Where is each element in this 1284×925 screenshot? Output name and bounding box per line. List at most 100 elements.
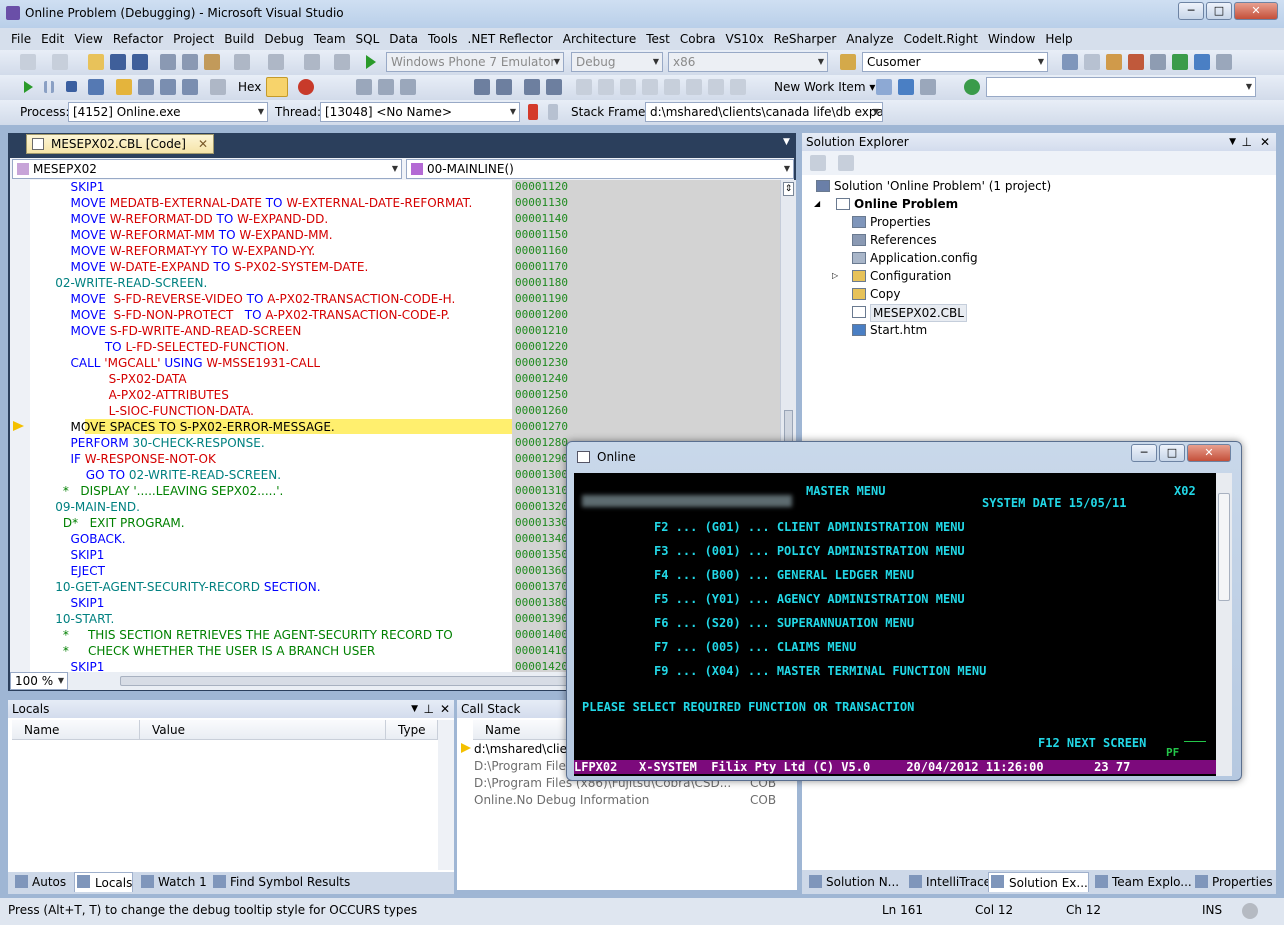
config-select[interactable]: Debug ▼	[571, 52, 663, 72]
thread-select[interactable]: [13048] <No Name> ▼	[320, 102, 520, 122]
command-window-icon[interactable]	[1194, 54, 1210, 70]
pane-close-icon[interactable]: ✕	[1260, 133, 1270, 151]
collapse-icon[interactable]: ◢	[814, 196, 820, 212]
pane-menu-icon[interactable]: ▼	[411, 700, 418, 718]
stop-debugging-icon[interactable]	[66, 81, 77, 92]
menu-architecture[interactable]: Architecture	[558, 28, 641, 50]
tab-close-icon[interactable]: ✕	[198, 135, 208, 153]
menu-vs10x[interactable]: VS10x	[720, 28, 768, 50]
start-debugging-icon[interactable]	[366, 55, 376, 69]
tree-item[interactable]: Online Problem	[854, 196, 958, 212]
bookmark-folder-icon[interactable]	[664, 79, 680, 95]
menu-tools[interactable]: Tools	[423, 28, 463, 50]
tree-item[interactable]: Copy	[870, 286, 900, 302]
toolbox-icon[interactable]	[1128, 54, 1144, 70]
step-into-icon[interactable]	[138, 79, 154, 95]
tab-dropdown-icon[interactable]: ▼	[783, 137, 790, 147]
extension-manager-icon[interactable]	[1150, 54, 1166, 70]
tab-mesepx02[interactable]: MESEPX02.CBL [Code] ✕	[26, 134, 214, 154]
process-select[interactable]: [4152] Online.exe ▼	[68, 102, 268, 122]
step-over-icon[interactable]	[160, 79, 176, 95]
pane-menu-icon[interactable]: ▼	[1229, 133, 1236, 151]
menu-edit[interactable]: Edit	[36, 28, 69, 50]
tree-item[interactable]: Start.htm	[870, 322, 927, 338]
locals-col-name[interactable]: Name	[12, 720, 140, 740]
bookmark-next-icon[interactable]	[620, 79, 636, 95]
threads-icon[interactable]	[356, 79, 372, 95]
bookmark-icon[interactable]	[576, 79, 592, 95]
find-in-files-icon[interactable]	[840, 54, 856, 70]
breakpoints-icon[interactable]	[298, 79, 314, 95]
bookmark-folder-prev-icon[interactable]	[708, 79, 724, 95]
online-minimize-button[interactable]: ─	[1131, 444, 1157, 462]
tree-item[interactable]: MESEPX02.CBL	[870, 304, 967, 322]
add-item-icon[interactable]	[52, 54, 68, 70]
pin-icon[interactable]: ⊥	[424, 700, 434, 718]
bookmark-list-icon[interactable]	[730, 79, 746, 95]
locals-col-type[interactable]: Type	[386, 720, 438, 740]
call-stack-tb-icon[interactable]	[378, 79, 394, 95]
expand-icon[interactable]: ▷	[832, 268, 838, 284]
platform-select[interactable]: x86 ▼	[668, 52, 828, 72]
menu-analyze[interactable]: Analyze	[841, 28, 898, 50]
device-select[interactable]: Windows Phone 7 Emulator ▼	[386, 52, 564, 72]
menu-resharper[interactable]: ReSharper	[769, 28, 842, 50]
solution-explorer-icon[interactable]	[1062, 54, 1078, 70]
member-dropdown[interactable]: 00-MAINLINE() ▼	[406, 159, 794, 179]
stack-frame-select[interactable]: d:\mshared\clients\canada life\db expans…	[645, 102, 883, 122]
close-button[interactable]: ✕	[1234, 2, 1278, 20]
comment-icon[interactable]	[524, 79, 540, 95]
menu-help[interactable]: Help	[1040, 28, 1077, 50]
tree-item[interactable]: Solution 'Online Problem' (1 project)	[834, 178, 1051, 194]
bookmark-folder-next-icon[interactable]	[686, 79, 702, 95]
tooltip-style-icon[interactable]	[266, 77, 288, 97]
locals-scrollbar[interactable]	[438, 720, 454, 870]
minimize-button[interactable]: ─	[1178, 2, 1204, 20]
open-icon[interactable]	[88, 54, 104, 70]
new-work-item-button[interactable]: New Work Item ▾	[774, 77, 875, 97]
online-close-button[interactable]: ✕	[1187, 444, 1231, 462]
menu-file[interactable]: File	[6, 28, 36, 50]
tree-item[interactable]: Configuration	[870, 268, 951, 284]
bookmark-clear-icon[interactable]	[642, 79, 658, 95]
refactor-combo[interactable]: ▼	[986, 77, 1256, 97]
tab-find-symbol-results[interactable]: Find Symbol Results	[210, 872, 350, 892]
team-icon[interactable]	[920, 79, 936, 95]
pin-icon[interactable]: ⊥	[1242, 133, 1252, 151]
properties-view-icon[interactable]	[810, 155, 826, 171]
quick-watch-icon[interactable]	[210, 79, 226, 95]
layout-icon[interactable]	[1216, 54, 1232, 70]
new-project-icon[interactable]	[20, 54, 36, 70]
menu-sql[interactable]: SQL	[351, 28, 385, 50]
start-page-icon[interactable]	[1172, 54, 1188, 70]
modules-icon[interactable]	[400, 79, 416, 95]
online-maximize-button[interactable]: □	[1159, 444, 1185, 462]
restart-icon[interactable]	[88, 79, 104, 95]
callstack-row[interactable]: Online.No Debug Information	[474, 792, 776, 809]
menu-cobra[interactable]: Cobra	[675, 28, 721, 50]
step-out-icon[interactable]	[182, 79, 198, 95]
properties-window-icon[interactable]	[1084, 54, 1100, 70]
terminal-scrollbar[interactable]	[1216, 473, 1232, 776]
save-all-icon[interactable]	[132, 54, 148, 70]
cut-icon[interactable]	[160, 54, 176, 70]
flag-just-my-code-icon[interactable]	[548, 104, 558, 120]
menu-view[interactable]: View	[69, 28, 107, 50]
menu-window[interactable]: Window	[983, 28, 1040, 50]
query-icon[interactable]	[876, 79, 892, 95]
refresh-icon[interactable]	[964, 79, 980, 95]
find-combo[interactable]: Cusomer ▼	[862, 52, 1048, 72]
paste-icon[interactable]	[204, 54, 220, 70]
pane-close-icon[interactable]: ✕	[440, 700, 450, 718]
undo-icon[interactable]	[234, 54, 250, 70]
hex-button[interactable]: Hex	[238, 77, 261, 97]
terminal-scroll-thumb[interactable]	[1218, 493, 1230, 601]
outdent-icon[interactable]	[496, 79, 512, 95]
menu-data[interactable]: Data	[384, 28, 423, 50]
menu-refactor[interactable]: Refactor	[108, 28, 168, 50]
zoom-select[interactable]: 100 % ▼	[10, 672, 68, 690]
indent-icon[interactable]	[474, 79, 490, 95]
locals-col-value[interactable]: Value	[140, 720, 386, 740]
go-icon[interactable]	[898, 79, 914, 95]
menu-debug[interactable]: Debug	[259, 28, 308, 50]
